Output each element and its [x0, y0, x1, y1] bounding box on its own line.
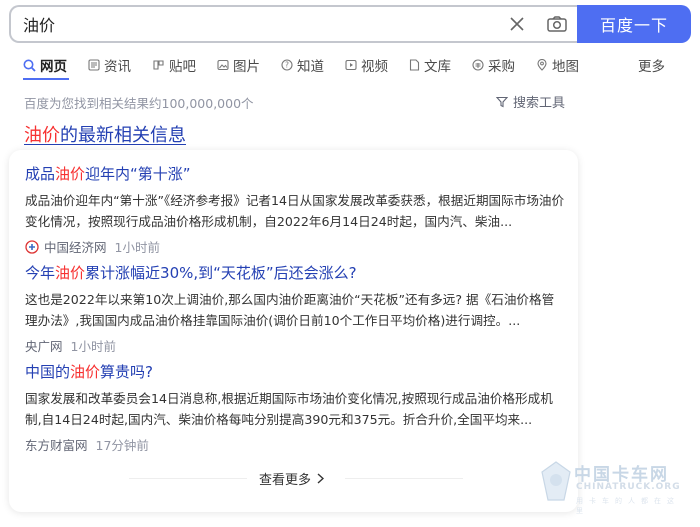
title-part: 成品: [25, 165, 56, 183]
document-icon: [409, 59, 420, 71]
video-icon: [345, 59, 357, 71]
title-highlight: 油价: [55, 165, 86, 183]
news-item: 今年油价累计涨幅近30%,到“天花板”后还会涨么? 这也是2022年以来第10次…: [25, 262, 565, 355]
title-highlight: 油价: [55, 264, 86, 282]
image-icon: [217, 59, 229, 71]
title-part: 迎年内“第十涨”: [85, 165, 191, 183]
tab-tieba[interactable]: 贴吧: [152, 52, 196, 78]
search-tools-label: 搜索工具: [513, 96, 566, 111]
heading-rest: 的最新相关信息: [60, 125, 186, 146]
watermark-subtitle: CHINATRUCK.ORG: [576, 482, 681, 492]
search-tabs: 网页 资讯 贴吧 图片 ? 知道 视频 文库 采购 地图: [23, 52, 600, 78]
search-button[interactable]: 百度一下: [577, 5, 691, 43]
tieba-icon: [153, 60, 164, 70]
tab-more[interactable]: 更多: [638, 52, 665, 78]
divider: [129, 478, 247, 479]
news-time: 1小时前: [114, 240, 160, 255]
news-section-heading[interactable]: 油价的最新相关信息: [24, 121, 186, 147]
heading-highlight: 油价: [24, 125, 60, 146]
view-more-button[interactable]: 查看更多: [259, 469, 325, 488]
title-highlight: 油价: [70, 363, 101, 381]
news-item-title[interactable]: 中国的油价算贵吗?: [25, 361, 565, 382]
news-item-title[interactable]: 成品油价迎年内“第十涨”: [25, 163, 565, 184]
news-item-snippet: 成品油价迎年内“第十涨”《经济参考报》记者14日从国家发展改革委获悉，根据近期国…: [25, 193, 565, 229]
news-item-title[interactable]: 今年油价累计涨幅近30%,到“天花板”后还会涨么?: [25, 262, 565, 283]
search-input[interactable]: [23, 14, 497, 34]
active-tab-indicator: [23, 78, 69, 80]
tab-images[interactable]: 图片: [217, 52, 260, 78]
news-icon: [88, 59, 100, 71]
view-more-label: 查看更多: [259, 473, 312, 488]
result-count: 百度为您找到相关结果约100,000,000个: [24, 96, 254, 111]
search-icon: [23, 59, 36, 72]
news-item-meta: 东方财富网 17分钟前: [25, 435, 565, 454]
news-item: 中国的油价算贵吗? 国家发展和改革委员会14日消息称,根据近期国际市场油价变化情…: [25, 361, 565, 454]
news-card: 成品油价迎年内“第十涨” 成品油价迎年内“第十涨”《经济参考报》记者14日从国家…: [9, 150, 578, 512]
watermark-tagline: 用卡车的人都在这里: [576, 497, 680, 515]
news-source[interactable]: 央广网: [25, 336, 63, 355]
title-part: 今年: [25, 264, 56, 282]
search-bar: 百度一下: [9, 5, 691, 43]
tab-label: 文库: [424, 59, 451, 75]
tab-map[interactable]: 地图: [536, 52, 579, 78]
tab-label: 知道: [297, 59, 324, 75]
search-box[interactable]: [9, 5, 577, 43]
tab-label: 采购: [488, 59, 515, 75]
svg-text:?: ?: [285, 61, 289, 70]
news-item-meta: 中国经济网 1小时前: [25, 237, 565, 256]
tab-zhidao[interactable]: ? 知道: [281, 52, 324, 78]
tab-label: 视频: [361, 59, 388, 75]
title-part: 中国的: [25, 363, 71, 381]
tab-video[interactable]: 视频: [345, 52, 388, 78]
map-icon: [537, 59, 547, 71]
news-item: 成品油价迎年内“第十涨” 成品油价迎年内“第十涨”《经济参考报》记者14日从国家…: [25, 163, 565, 256]
source-logo-icon: [25, 239, 39, 254]
watermark: 中国卡车网 CHINATRUCK.ORG 用卡车的人都在这里: [540, 458, 690, 516]
camera-icon[interactable]: [537, 7, 577, 41]
tab-label: 网页: [40, 59, 67, 75]
news-source[interactable]: 东方财富网: [25, 435, 88, 454]
news-source[interactable]: 中国经济网: [44, 237, 107, 256]
news-time: 1小时前: [70, 339, 116, 354]
tab-label: 图片: [233, 59, 260, 75]
tab-wenku[interactable]: 文库: [409, 52, 451, 78]
tab-news[interactable]: 资讯: [88, 52, 131, 78]
tab-label: 资讯: [104, 59, 131, 75]
news-item-meta: 央广网 1小时前: [25, 336, 565, 355]
news-item-snippet: 国家发展和改革委员会14日消息称,根据近期国际市场油价变化情况,按照现行成品油价…: [25, 391, 553, 427]
title-part: 算贵吗?: [100, 363, 153, 381]
chevron-right-icon: [317, 473, 325, 484]
filter-icon: [496, 96, 508, 107]
news-time: 17分钟前: [95, 438, 149, 453]
divider: [345, 478, 463, 479]
clear-icon[interactable]: [497, 7, 537, 41]
tab-label: 地图: [552, 59, 579, 75]
truck-logo-icon: [541, 461, 571, 501]
search-tools-button[interactable]: 搜索工具: [496, 92, 565, 111]
cart-icon: [472, 59, 484, 71]
tab-purchase[interactable]: 采购: [472, 52, 515, 78]
news-item-snippet: 这也是2022年以来第10次上调油价,那么国内油价距离油价“天花板”还有多远? …: [25, 292, 555, 328]
title-part: 累计涨幅近30%,到“天花板”后还会涨么?: [85, 264, 357, 282]
question-icon: ?: [281, 59, 293, 71]
tab-label: 贴吧: [169, 59, 196, 75]
tab-web[interactable]: 网页: [23, 52, 67, 78]
